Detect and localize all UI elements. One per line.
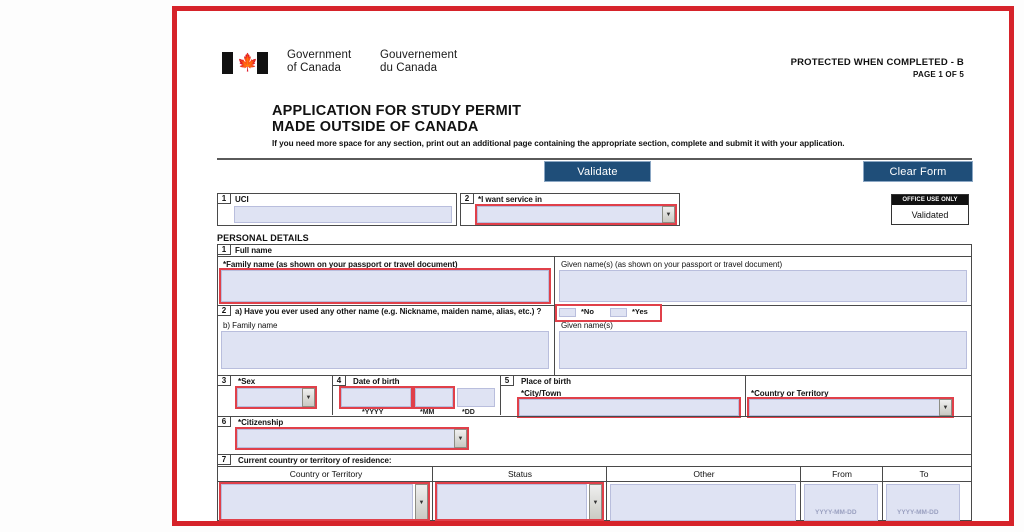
office-use-status: Validated — [911, 209, 949, 220]
wordmark-en-line1: Government — [287, 49, 352, 61]
office-use-box: OFFICE USE ONLY Validated — [891, 194, 969, 225]
residence-number: 7 — [217, 454, 231, 465]
residence-label: Current country or territory of residenc… — [238, 456, 392, 465]
pob-label: Place of birth — [521, 377, 571, 386]
residence-col-other: Other — [693, 469, 715, 479]
other-given-name-label: Given name(s) — [561, 321, 613, 330]
page-header: 🍁 Government of Canada Gouvernement du C… — [177, 11, 1009, 101]
protected-notice: PROTECTED WHEN COMPLETED - B PAGE 1 OF 5 — [791, 57, 964, 79]
office-use-caption: OFFICE USE ONLY — [892, 195, 968, 205]
given-name-input[interactable] — [559, 270, 967, 302]
clear-form-button[interactable]: Clear Form — [863, 161, 973, 182]
divider-5 — [217, 454, 972, 455]
page-indicator: PAGE 1 OF 5 — [913, 70, 964, 79]
wordmark-french: Gouvernement du Canada — [380, 49, 457, 75]
divider-vertical-8 — [882, 466, 883, 521]
citizenship-number: 6 — [217, 416, 231, 427]
wordmark-en-line2: of Canada — [287, 62, 341, 74]
residence-country-highlight — [219, 482, 430, 521]
divider-3 — [217, 375, 972, 376]
residence-to-hint: YYYY-MM-DD — [897, 509, 939, 516]
residence-from-hint: YYYY-MM-DD — [815, 509, 857, 516]
residence-col-to: To — [919, 469, 929, 479]
residence-col-from: From — [832, 469, 852, 479]
page-subnote: If you need more space for any section, … — [272, 139, 845, 148]
other-family-name-label: b) Family name — [223, 321, 278, 330]
page-title-line2: MADE OUTSIDE OF CANADA — [272, 119, 479, 135]
citizenship-label: *Citizenship — [238, 418, 284, 427]
divider-4 — [217, 416, 972, 417]
page-title: APPLICATION FOR STUDY PERMIT MADE OUTSID… — [272, 103, 972, 135]
header-divider — [217, 158, 972, 160]
divider-vertical-4 — [745, 375, 746, 416]
other-name-question: a) Have you ever used any other name (e.… — [235, 307, 542, 316]
dob-day-hint: *DD — [462, 409, 475, 416]
form-page: 🍁 Government of Canada Gouvernement du C… — [177, 11, 1009, 521]
service-label: *I want service in — [478, 195, 543, 204]
full-name-number: 1 — [217, 244, 231, 255]
dob-month-highlight — [413, 386, 455, 409]
wordmark-fr-line2: du Canada — [380, 62, 438, 74]
uci-number: 1 — [217, 193, 231, 204]
uci-input[interactable] — [234, 206, 452, 223]
divider-vertical-6 — [606, 466, 607, 521]
dob-number: 4 — [332, 375, 346, 386]
wordmark-fr-line1: Gouvernement — [380, 49, 458, 61]
dob-month-hint: *MM — [420, 409, 435, 416]
divider-6 — [217, 466, 972, 467]
other-given-name-input[interactable] — [559, 331, 967, 369]
divider-vertical-5 — [432, 466, 433, 521]
uci-label: UCI — [235, 195, 249, 204]
family-name-highlight — [219, 268, 551, 304]
divider-1 — [217, 256, 972, 257]
dob-year-highlight — [339, 386, 413, 409]
canada-flag-icon: 🍁 — [222, 52, 268, 74]
wordmark-english: Government of Canada — [287, 49, 351, 75]
dob-day-input[interactable] — [457, 388, 495, 407]
residence-col-status: Status — [507, 469, 533, 479]
other-name-number: 2 — [217, 305, 231, 316]
residence-other-input[interactable] — [610, 484, 796, 521]
full-name-heading: Full name — [235, 246, 272, 255]
residence-status-highlight — [435, 482, 604, 521]
other-family-name-input[interactable] — [221, 331, 549, 369]
citizenship-highlight — [235, 427, 469, 450]
pob-number: 5 — [500, 375, 514, 386]
validate-button[interactable]: Validate — [544, 161, 651, 182]
given-name-label: Given name(s) (as shown on your passport… — [561, 260, 783, 269]
page-title-line1: APPLICATION FOR STUDY PERMIT — [272, 103, 522, 119]
pob-country-highlight — [747, 397, 954, 418]
dob-year-hint: *YYYY — [362, 409, 384, 416]
divider-vertical-7 — [800, 466, 801, 521]
sex-highlight — [235, 386, 317, 409]
dob-label: Date of birth — [353, 377, 400, 386]
service-highlight — [475, 204, 677, 225]
sex-label: *Sex — [238, 377, 256, 386]
pob-city-highlight — [517, 397, 741, 418]
sex-number: 3 — [217, 375, 231, 386]
service-number: 2 — [460, 193, 474, 204]
residence-col-country: Country or Territory — [289, 469, 363, 479]
personal-details-section-title: PERSONAL DETAILS — [217, 233, 309, 243]
other-name-answer-highlight — [555, 304, 662, 322]
protected-notice-text: PROTECTED WHEN COMPLETED - B — [790, 57, 964, 68]
screenshot-root: 🍁 Government of Canada Gouvernement du C… — [0, 0, 1024, 532]
